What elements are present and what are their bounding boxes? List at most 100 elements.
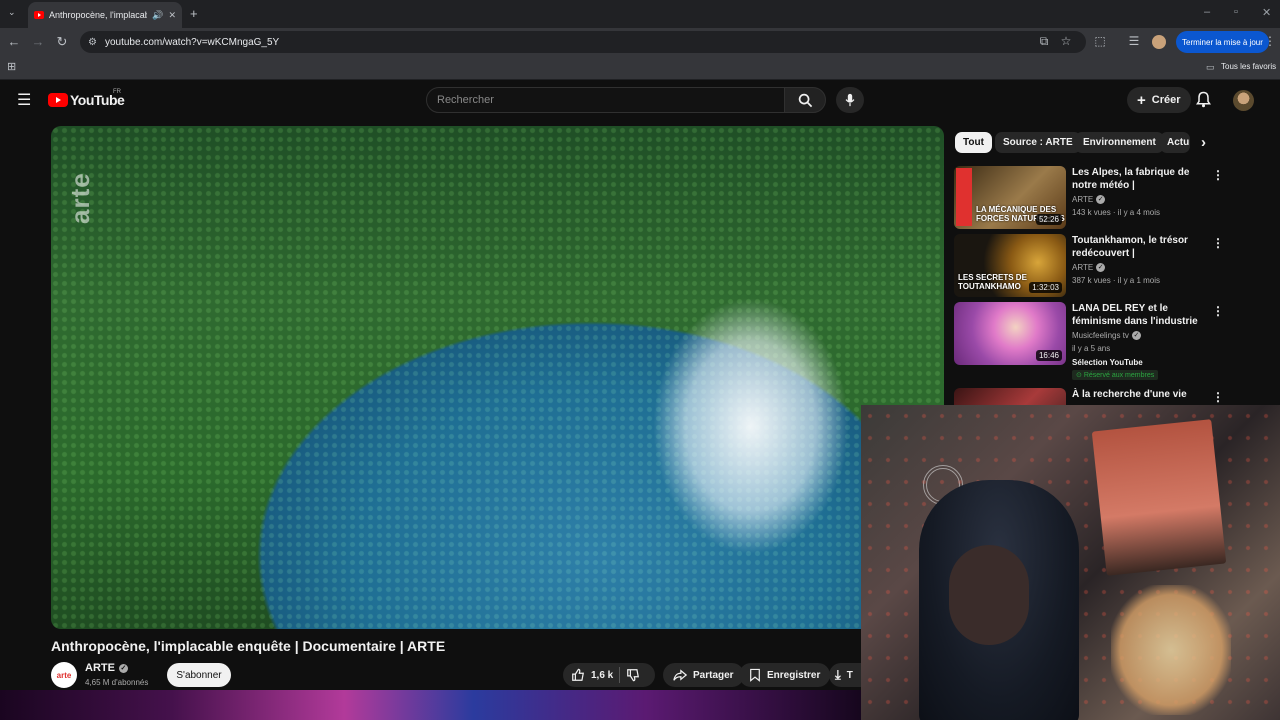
lamp-glow [1111,585,1231,715]
search-placeholder: Rechercher [437,94,494,106]
create-button[interactable]: + Créer [1127,87,1191,113]
download-button[interactable]: ⤓ T [829,663,861,687]
subscribe-button[interactable]: S'abonner [167,663,231,687]
recommendation-meta: il y a 5 ans [1072,344,1111,353]
site-info-icon[interactable]: ⚙ [88,37,97,48]
download-label: T [846,669,853,681]
chip-news[interactable]: Actu [1160,132,1190,153]
youtube-logo[interactable]: YouTube FR [48,89,125,108]
verified-check-icon: ✓ [1096,263,1106,272]
channel-name[interactable]: ARTE ✓ [85,662,128,674]
save-button[interactable]: Enregistrer [739,663,831,687]
update-button[interactable]: Terminer la mise à jour [1176,31,1269,53]
recommendation-meta: 387 k vues · il y a 1 mois [1072,276,1161,285]
browser-tab[interactable]: Anthropocène, l'implacable 🔊 ✕ [28,2,182,28]
recommendation-thumbnail[interactable]: LA MÉCANIQUE DES FORCES NATURELLES 52:26 [954,166,1066,229]
new-tab-icon[interactable]: + [190,6,198,21]
bookmarks-bar: ⊞ ▭ Tous les favoris [0,56,1280,80]
tab-search-icon[interactable]: ⌄ [8,7,16,18]
search-button[interactable] [784,87,826,113]
recommendation-title[interactable]: À la recherche d'une vie [1072,388,1202,401]
back-icon[interactable]: ← [6,34,22,49]
bookmark-icon [750,668,760,682]
recommendation-channel[interactable]: Musicfeelings tv ✓ [1072,331,1141,340]
recommendation-thumbnail[interactable]: 16:46 [954,302,1066,365]
members-only-badge: ⊙ Réservé aux membres [1072,370,1159,380]
recommendation-channel[interactable]: ARTE ✓ [1072,263,1106,272]
stream-overlay-banner [0,690,861,720]
verified-check-icon: ✓ [118,663,128,673]
channel-avatar[interactable]: arte [51,662,77,688]
video-title: Anthropocène, l'implacable enquête | Doc… [51,638,446,654]
forward-icon[interactable]: → [30,34,46,49]
more-options-icon[interactable]: ⋮ [1212,236,1224,250]
search-input[interactable]: Rechercher [426,87,786,113]
thumbs-down-icon[interactable] [626,668,640,682]
all-bookmarks-link[interactable]: Tous les favoris [1221,62,1276,71]
recommendation-item[interactable]: À la recherche d'une vie ⋮ [954,388,1230,406]
chip-all[interactable]: Tout [955,132,992,153]
youtube-favicon-icon [34,11,44,19]
recommendation-title[interactable]: Les Alpes, la fabrique de notre météo | … [1072,166,1202,193]
close-tab-icon[interactable]: ✕ [168,10,176,21]
recommendation-item[interactable]: 16:46 LANA DEL REY et le féminisme dans … [954,302,1230,384]
video-player[interactable]: arte [51,126,944,629]
hamburger-menu-icon[interactable]: ☰ [17,90,31,110]
share-button[interactable]: Partager [663,663,744,687]
bookmark-star-icon[interactable]: ☆ [1058,34,1074,48]
maximize-icon[interactable]: ▫ [1234,6,1238,18]
more-options-icon[interactable]: ⋮ [1212,304,1224,318]
share-arrow-icon [673,669,687,681]
chips-next-chevron-icon[interactable]: › [1201,134,1206,151]
tab-title: Anthropocène, l'implacable [49,10,148,20]
reading-list-icon[interactable]: ☰ [1126,34,1142,48]
browser-tab-bar: ⌄ Anthropocène, l'implacable 🔊 ✕ + – ▫ ✕ [0,0,1280,28]
install-app-icon[interactable]: ⧉ [1036,34,1052,49]
recommendation-meta: 143 k vues · il y a 4 mois [1072,208,1161,217]
recommendation-title[interactable]: LANA DEL REY et le féminisme dans l'indu… [1072,302,1202,329]
search-icon [798,93,812,107]
extensions-icon[interactable]: ⬚ [1092,34,1108,48]
create-label: Créer [1151,94,1181,106]
notifications-bell-icon[interactable] [1196,91,1211,108]
members-icon: ⊙ [1076,372,1084,379]
recommendation-thumbnail[interactable]: LES SECRETS DE TOUTANKHAMO 1:32:03 [954,234,1066,297]
recommendation-channel[interactable]: ARTE ✓ [1072,195,1106,204]
apps-grid-icon[interactable]: ⊞ [7,60,16,73]
account-avatar[interactable] [1233,90,1254,111]
arte-band [956,168,972,226]
recommendation-item[interactable]: LA MÉCANIQUE DES FORCES NATURELLES 52:26… [954,166,1230,230]
more-options-icon[interactable]: ⋮ [1212,390,1224,404]
minimize-icon[interactable]: – [1204,6,1210,18]
chip-environment[interactable]: Environnement [1075,132,1164,153]
profile-avatar[interactable] [1152,35,1166,49]
recommendation-title[interactable]: Toutankhamon, le trésor redécouvert | Do… [1072,234,1202,261]
recommendation-thumbnail[interactable] [954,388,1066,406]
recommendation-channel-text[interactable]: Musicfeelings tv [1072,331,1129,340]
chip-source-arte[interactable]: Source : ARTE [995,132,1081,153]
recommendation-channel-text[interactable]: ARTE [1072,195,1093,204]
youtube-selection-label: Sélection YouTube [1072,358,1143,367]
duration-badge: 1:32:03 [1029,282,1062,293]
like-count: 1,6 k [591,669,614,681]
folder-icon: ▭ [1206,62,1215,72]
like-button[interactable]: 1,6 k [571,668,613,682]
recommendation-item[interactable]: LES SECRETS DE TOUTANKHAMO 1:32:03 Touta… [954,234,1230,298]
webcam-overlay [861,405,1280,720]
address-bar-row: ← → ↻ ⚙ youtube.com/watch?v=wKCMngaG_5Y … [0,28,1280,56]
close-window-icon[interactable]: ✕ [1262,6,1271,19]
menu-kebab-icon[interactable]: ⋮ [1262,34,1278,48]
speaker-icon[interactable]: 🔊 [152,10,163,21]
subscriber-count: 4,65 M d'abonnés [85,678,149,687]
omnibox[interactable]: ⚙ youtube.com/watch?v=wKCMngaG_5Y [80,31,1086,53]
url-text[interactable]: youtube.com/watch?v=wKCMngaG_5Y [105,37,279,48]
more-options-icon[interactable]: ⋮ [1212,168,1224,182]
recommendation-channel-text[interactable]: ARTE [1072,263,1093,272]
region-code: FR [113,89,121,95]
voice-search-button[interactable] [836,87,864,113]
plus-icon: + [1137,91,1146,109]
channel-name-text[interactable]: ARTE [85,662,115,674]
share-label: Partager [693,669,734,681]
microphone-icon [845,93,855,107]
reload-icon[interactable]: ↻ [54,34,70,50]
